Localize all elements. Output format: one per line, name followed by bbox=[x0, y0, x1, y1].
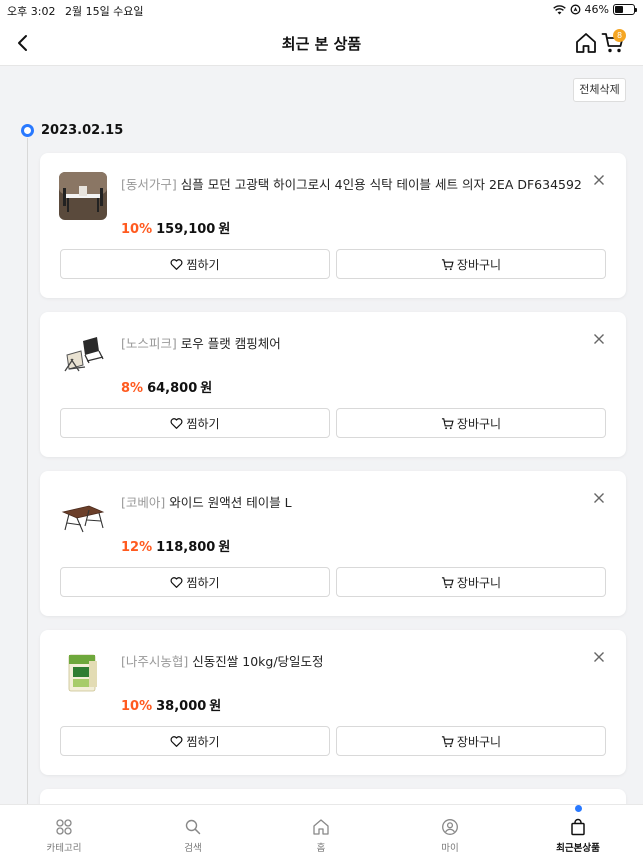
search-icon bbox=[185, 819, 201, 835]
cart-small-icon bbox=[441, 735, 454, 747]
cart-label: 장바구니 bbox=[456, 416, 502, 431]
price-row: 10% 159,100 원 bbox=[121, 218, 230, 237]
heart-icon bbox=[170, 417, 183, 429]
nav-label: 검색 bbox=[184, 843, 202, 854]
nav-search[interactable]: 검색 bbox=[129, 805, 257, 858]
product-name[interactable]: [나주시농협] 신동진쌀 10kg/당일도정 bbox=[121, 651, 591, 670]
product-card[interactable]: [노스피크] 로우 플랫 캠핑체어 8% 64,800 원 찜하기 장바구니 bbox=[40, 312, 626, 457]
cart-small-icon bbox=[441, 258, 454, 270]
product-title: 심플 모던 고광택 하이그로시 4인용 식탁 테이블 세트 의자 2EA DF6… bbox=[180, 177, 582, 192]
rice-bag-icon bbox=[59, 649, 107, 697]
cart-label: 장바구니 bbox=[456, 575, 502, 590]
timeline-line bbox=[27, 138, 28, 808]
wifi-icon bbox=[552, 4, 566, 14]
nav-label: 마이 bbox=[441, 843, 459, 854]
app-header: 최근 본 상품 8 bbox=[0, 20, 643, 66]
nav-category[interactable]: 카테고리 bbox=[0, 805, 128, 858]
discount-rate: 12% bbox=[121, 540, 153, 555]
discount-rate: 8% bbox=[121, 381, 144, 396]
home-icon bbox=[313, 819, 329, 835]
wish-label: 찜하기 bbox=[186, 416, 220, 431]
nav-recent[interactable]: 최근본상품 bbox=[514, 805, 642, 858]
wish-label: 찜하기 bbox=[186, 575, 220, 590]
product-title: 와이드 원액션 테이블 L bbox=[169, 495, 292, 510]
add-to-cart-button[interactable]: 장바구니 bbox=[336, 567, 606, 597]
product-name[interactable]: [노스피크] 로우 플랫 캠핑체어 bbox=[121, 333, 591, 352]
close-icon[interactable] bbox=[591, 331, 607, 347]
product-name[interactable]: [동서가구] 심플 모던 고광택 하이그로시 4인용 식탁 테이블 세트 의자 2… bbox=[121, 174, 591, 193]
wish-button[interactable]: 찜하기 bbox=[60, 249, 330, 279]
dining-table-set-icon bbox=[59, 172, 107, 220]
battery-percent: 46% bbox=[584, 3, 609, 16]
battery-icon bbox=[613, 4, 637, 15]
nav-my[interactable]: 마이 bbox=[386, 805, 514, 858]
discount-rate: 10% bbox=[121, 222, 153, 237]
product-title: 로우 플랫 캠핑체어 bbox=[180, 336, 281, 351]
product-card[interactable]: [나주시농협] 신동진쌀 10kg/당일도정 10% 38,000 원 찜하기 장바구… bbox=[40, 630, 626, 775]
heart-icon bbox=[170, 258, 183, 270]
cart-small-icon bbox=[441, 576, 454, 588]
product-card[interactable]: [동서가구] 심플 모던 고광택 하이그로시 4인용 식탁 테이블 세트 의자 2… bbox=[40, 153, 626, 298]
timeline-dot bbox=[21, 124, 34, 137]
nav-home[interactable]: 홈 bbox=[257, 805, 385, 858]
price-row: 8% 64,800 원 bbox=[121, 377, 212, 396]
add-to-cart-button[interactable]: 장바구니 bbox=[336, 249, 606, 279]
product-card[interactable]: [코베아] 와이드 원액션 테이블 L 12% 118,800 원 찜하기 장바구니 bbox=[40, 471, 626, 616]
category-grid-icon bbox=[56, 819, 72, 835]
close-icon[interactable] bbox=[591, 490, 607, 506]
date-group-label: 2023.02.15 bbox=[41, 123, 124, 138]
location-lock-icon bbox=[570, 4, 580, 15]
price-unit: 원 bbox=[218, 222, 231, 237]
product-brand: [코베아] bbox=[121, 495, 166, 510]
price-unit: 원 bbox=[209, 699, 222, 714]
wish-button[interactable]: 찜하기 bbox=[60, 726, 330, 756]
status-date: 2월 15일 수요일 bbox=[64, 5, 144, 18]
delete-all-button[interactable]: 전체삭제 bbox=[573, 78, 626, 102]
folding-table-icon bbox=[59, 490, 107, 538]
status-bar: 오후 3:02 2월 15일 수요일 46% bbox=[0, 0, 643, 20]
product-price: 38,000 bbox=[156, 699, 207, 714]
page-title: 최근 본 상품 bbox=[281, 35, 362, 53]
nav-label: 카테고리 bbox=[46, 843, 82, 854]
price-unit: 원 bbox=[200, 381, 213, 396]
product-title: 신동진쌀 10kg/당일도정 bbox=[192, 654, 324, 669]
product-name[interactable]: [코베아] 와이드 원액션 테이블 L bbox=[121, 492, 591, 511]
home-icon[interactable] bbox=[574, 31, 598, 55]
heart-icon bbox=[170, 735, 183, 747]
wish-label: 찜하기 bbox=[186, 734, 220, 749]
camping-chair-icon bbox=[59, 331, 107, 379]
product-brand: [동서가구] bbox=[121, 177, 177, 192]
price-unit: 원 bbox=[218, 540, 231, 555]
cart-label: 장바구니 bbox=[456, 734, 502, 749]
price-row: 10% 38,000 원 bbox=[121, 695, 221, 714]
nav-label: 최근본상품 bbox=[556, 843, 600, 854]
active-indicator-dot bbox=[575, 805, 582, 812]
user-icon bbox=[442, 819, 458, 835]
wish-button[interactable]: 찜하기 bbox=[60, 408, 330, 438]
wish-button[interactable]: 찜하기 bbox=[60, 567, 330, 597]
cart-small-icon bbox=[441, 417, 454, 429]
cart-label: 장바구니 bbox=[456, 257, 502, 272]
product-brand: [나주시농협] bbox=[121, 654, 189, 669]
product-price: 64,800 bbox=[147, 381, 198, 396]
add-to-cart-button[interactable]: 장바구니 bbox=[336, 726, 606, 756]
price-row: 12% 118,800 원 bbox=[121, 536, 230, 555]
discount-rate: 10% bbox=[121, 699, 153, 714]
heart-icon bbox=[170, 576, 183, 588]
product-price: 159,100 bbox=[156, 222, 216, 237]
product-price: 118,800 bbox=[156, 540, 216, 555]
product-brand: [노스피크] bbox=[121, 336, 177, 351]
status-time: 오후 3:02 bbox=[7, 5, 56, 18]
shopping-bag-icon bbox=[571, 818, 585, 836]
wish-label: 찜하기 bbox=[186, 257, 220, 272]
nav-label: 홈 bbox=[316, 843, 326, 854]
bottom-nav: 카테고리 검색 홈 마이 최근본상품 bbox=[0, 804, 643, 858]
close-icon[interactable] bbox=[591, 649, 607, 665]
add-to-cart-button[interactable]: 장바구니 bbox=[336, 408, 606, 438]
close-icon[interactable] bbox=[591, 172, 607, 188]
cart-count-badge: 8 bbox=[613, 29, 626, 42]
